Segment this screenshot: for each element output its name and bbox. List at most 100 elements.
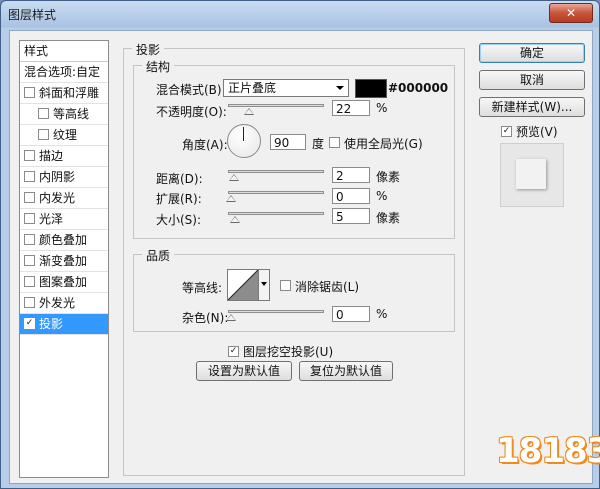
- style-list-item-label: 等高线: [53, 107, 90, 121]
- style-list-item-label: 投影: [39, 317, 64, 331]
- style-list-item-label: 光泽: [39, 212, 64, 226]
- spread-label: 扩展(R):: [156, 192, 202, 206]
- size-slider[interactable]: [228, 212, 324, 215]
- style-list-item[interactable]: 渐变叠加: [20, 251, 108, 272]
- size-slider-thumb[interactable]: [230, 216, 240, 223]
- opacity-slider-thumb[interactable]: [244, 108, 255, 115]
- antialias-checkbox[interactable]: [280, 280, 291, 291]
- style-list-item-label: 描边: [39, 149, 64, 163]
- antialias-label[interactable]: 消除锯齿(L): [295, 278, 359, 295]
- shadow-color-hex: #000000: [388, 81, 449, 95]
- style-list-checkbox[interactable]: [24, 192, 35, 203]
- style-preview-swatch: [516, 159, 546, 189]
- global-light-label[interactable]: 使用全局光(G): [344, 135, 423, 152]
- chevron-down-icon: [261, 282, 267, 286]
- watermark-logo: 18183: [496, 431, 600, 471]
- style-list-checkbox[interactable]: [24, 87, 35, 98]
- style-list-checkbox[interactable]: [24, 255, 35, 266]
- style-list-item-label: 内发光: [39, 191, 76, 205]
- make-default-button[interactable]: 设置为默认值: [196, 361, 292, 381]
- ok-button[interactable]: 确定: [479, 43, 585, 63]
- knockout-label[interactable]: 图层挖空投影(U): [243, 343, 333, 360]
- style-list-item[interactable]: 斜面和浮雕: [20, 83, 108, 104]
- shadow-color-swatch[interactable]: [355, 79, 387, 98]
- style-list-item-label: 颜色叠加: [39, 233, 88, 247]
- dialog-client-area: 样式 混合选项:自定斜面和浮雕等高线纹理描边内阴影内发光光泽颜色叠加渐变叠加 图案…: [9, 30, 593, 484]
- blend-mode-label: 混合模式(B):: [156, 83, 226, 97]
- style-list-checkbox[interactable]: [24, 213, 35, 224]
- style-list-item[interactable]: 等高线: [20, 104, 108, 125]
- opacity-input[interactable]: 22: [332, 100, 370, 116]
- distance-slider-thumb[interactable]: [229, 174, 239, 181]
- angle-dial[interactable]: [227, 124, 261, 158]
- angle-unit: 度: [312, 137, 325, 151]
- opacity-percent: %: [376, 101, 388, 115]
- distance-label: 距离(D):: [156, 172, 203, 186]
- new-style-button[interactable]: 新建样式(W)...: [479, 97, 585, 117]
- knockout-checkbox[interactable]: ✓: [228, 346, 239, 357]
- style-list-item-label: 混合选项:自定: [24, 65, 101, 79]
- size-label: 大小(S):: [156, 213, 202, 227]
- noise-slider[interactable]: [228, 310, 324, 313]
- blend-mode-dropdown[interactable]: 正片叠底: [223, 79, 349, 97]
- style-list-item-label: 内阴影: [39, 170, 76, 184]
- global-light-checkbox[interactable]: [329, 137, 340, 148]
- drop-shadow-panel: 投影 结构 混合模式(B): 正片叠底 #000000 不透明度(O): 22 …: [123, 41, 465, 476]
- style-list-item[interactable]: 混合选项:自定: [20, 62, 108, 83]
- style-list-item[interactable]: 内阴影: [20, 167, 108, 188]
- preview-label[interactable]: 预览(V): [516, 123, 558, 140]
- style-list-checkbox[interactable]: [38, 108, 49, 119]
- panel-title: 投影: [132, 41, 165, 58]
- size-input[interactable]: 5: [332, 208, 370, 224]
- style-list-item[interactable]: 描边: [20, 146, 108, 167]
- spread-slider[interactable]: [228, 191, 324, 194]
- style-list-item[interactable]: 内发光: [20, 188, 108, 209]
- title-bar[interactable]: 图层样式 ✕: [1, 1, 599, 27]
- style-list-item[interactable]: 图案叠加: [20, 272, 108, 293]
- style-list-item[interactable]: 光泽: [20, 209, 108, 230]
- style-list-items: 混合选项:自定斜面和浮雕等高线纹理描边内阴影内发光光泽颜色叠加渐变叠加 图案叠加外…: [20, 62, 108, 335]
- spread-percent: %: [376, 189, 388, 203]
- style-list-item-label: 斜面和浮雕: [39, 86, 100, 100]
- opacity-label: 不透明度(O):: [156, 105, 227, 119]
- style-list-checkbox[interactable]: [24, 234, 35, 245]
- style-list-checkbox[interactable]: [24, 276, 35, 287]
- style-list: 样式 混合选项:自定斜面和浮雕等高线纹理描边内阴影内发光光泽颜色叠加渐变叠加 图案…: [19, 40, 109, 478]
- style-list-checkbox[interactable]: [24, 150, 35, 161]
- cancel-button[interactable]: 取消: [479, 70, 585, 90]
- style-list-item[interactable]: 颜色叠加: [20, 230, 108, 251]
- noise-input[interactable]: 0: [332, 306, 370, 322]
- quality-title: 品质: [142, 247, 175, 264]
- style-list-item[interactable]: ✓ 投影: [20, 314, 108, 335]
- distance-input[interactable]: 2: [332, 167, 370, 183]
- style-list-item-label: 纹理: [53, 128, 78, 142]
- style-list-checkbox[interactable]: [24, 297, 35, 308]
- noise-slider-thumb[interactable]: [226, 314, 236, 321]
- spread-slider-thumb[interactable]: [226, 195, 236, 202]
- chevron-down-icon: [336, 86, 344, 90]
- style-list-checkbox[interactable]: [24, 171, 35, 182]
- angle-dial-hand: [243, 127, 244, 141]
- spread-input[interactable]: 0: [332, 188, 370, 204]
- contour-dropdown-button[interactable]: [259, 269, 270, 301]
- opacity-slider[interactable]: [228, 104, 324, 107]
- contour-curve-icon: [228, 270, 258, 300]
- style-list-item[interactable]: 纹理: [20, 125, 108, 146]
- window-title: 图层样式: [8, 8, 57, 22]
- contour-label: 等高线:: [182, 281, 223, 295]
- preview-checkbox[interactable]: ✓: [501, 126, 512, 137]
- style-list-item-label: 外发光: [39, 296, 76, 310]
- quality-group: 品质 等高线: 消除锯齿(L) 杂色(N): 0 %: [133, 247, 455, 332]
- reset-default-button[interactable]: 复位为默认值: [299, 361, 393, 381]
- angle-input[interactable]: 90: [270, 134, 306, 150]
- close-icon: ✕: [565, 6, 577, 20]
- contour-picker[interactable]: [227, 269, 259, 301]
- distance-unit: 像素: [376, 170, 401, 184]
- style-list-item[interactable]: 外发光: [20, 293, 108, 314]
- style-list-checkbox[interactable]: ✓: [24, 318, 35, 329]
- structure-title: 结构: [142, 58, 175, 75]
- style-list-checkbox[interactable]: [38, 129, 49, 140]
- close-button[interactable]: ✕: [549, 3, 593, 23]
- style-list-header[interactable]: 样式: [20, 41, 108, 62]
- distance-slider[interactable]: [228, 170, 324, 173]
